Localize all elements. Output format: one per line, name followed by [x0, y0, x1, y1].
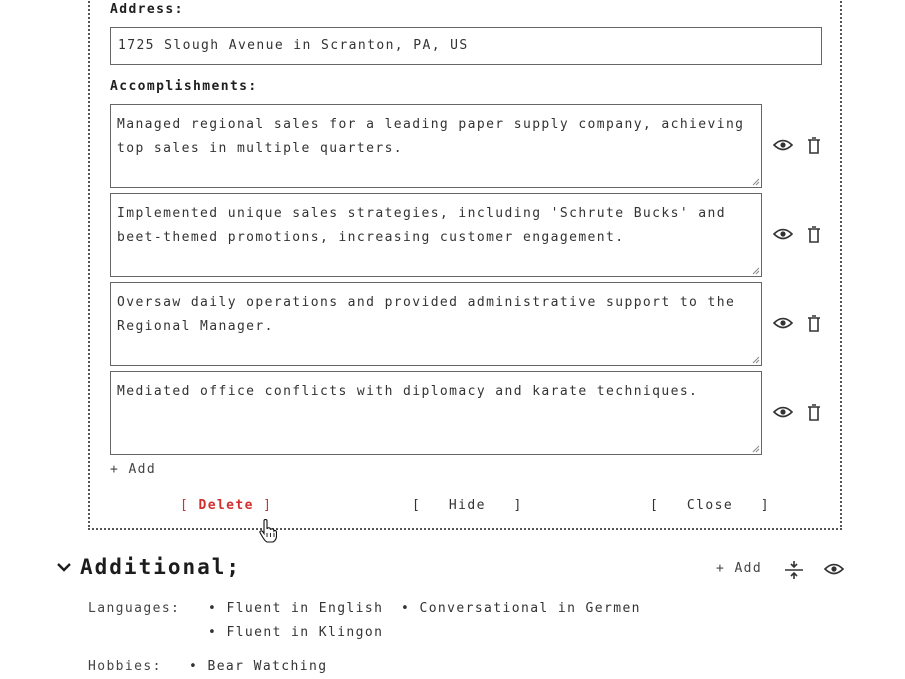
accomplishment-text: Oversaw daily operations and provided ad…: [117, 295, 736, 334]
trash-icon[interactable]: [807, 226, 821, 243]
accomplishment-row: Mediated office conflicts with diplomacy…: [110, 371, 830, 455]
close-button[interactable]: [ Close ]: [650, 498, 770, 513]
add-additional-button[interactable]: + Add: [716, 561, 762, 576]
delete-button[interactable]: [ Delete ]: [180, 498, 272, 513]
delete-bracket-close: ]: [253, 498, 273, 513]
delete-bracket-open: [: [180, 498, 199, 513]
eye-icon[interactable]: [773, 405, 793, 419]
trash-icon[interactable]: [807, 404, 821, 421]
address-label: Address:: [110, 2, 184, 17]
accomplishment-textarea[interactable]: Implemented unique sales strategies, inc…: [110, 193, 762, 277]
resize-grip-icon[interactable]: [750, 354, 760, 364]
accomplishment-row: Implemented unique sales strategies, inc…: [110, 193, 830, 277]
accomplishment-textarea[interactable]: Mediated office conflicts with diplomacy…: [110, 371, 762, 455]
add-accomplishment-button[interactable]: + Add: [110, 462, 156, 477]
accomplishment-text: Mediated office conflicts with diplomacy…: [117, 384, 699, 399]
languages-label: Languages:: [88, 601, 181, 616]
hand-cursor-icon: [259, 519, 277, 543]
language-item: • Conversational in Germen: [401, 601, 641, 616]
language-item: • Fluent in English: [208, 601, 384, 616]
accomplishment-textarea[interactable]: Oversaw daily operations and provided ad…: [110, 282, 762, 366]
address-input[interactable]: 1725 Slough Avenue in Scranton, PA, US: [110, 27, 822, 65]
reorder-icon[interactable]: [784, 560, 804, 580]
language-text: Fluent in English: [226, 601, 384, 616]
resize-grip-icon[interactable]: [750, 265, 760, 275]
accomplishment-text: Implemented unique sales strategies, inc…: [117, 206, 726, 245]
resize-grip-icon[interactable]: [750, 176, 760, 186]
accomplishments-label: Accomplishments:: [110, 79, 258, 94]
eye-icon[interactable]: [773, 138, 793, 152]
hobby-text: Bear Watching: [207, 659, 328, 674]
accomplishment-row: Oversaw daily operations and provided ad…: [110, 282, 830, 366]
section-title-additional: Additional;: [80, 555, 242, 579]
language-text: Conversational in Germen: [419, 601, 641, 616]
eye-icon[interactable]: [824, 562, 844, 576]
resize-grip-icon[interactable]: [750, 443, 760, 453]
trash-icon[interactable]: [807, 137, 821, 154]
eye-icon[interactable]: [773, 316, 793, 330]
accomplishment-textarea[interactable]: Managed regional sales for a leading pap…: [110, 104, 762, 188]
language-item: • Fluent in Klingon: [208, 625, 384, 640]
hobbies-label: Hobbies:: [88, 659, 162, 674]
trash-icon[interactable]: [807, 315, 821, 332]
language-text: Fluent in Klingon: [226, 625, 384, 640]
delete-label: Delete: [198, 498, 254, 513]
hobby-item: • Bear Watching: [189, 659, 328, 674]
accomplishment-row: Managed regional sales for a leading pap…: [110, 104, 830, 188]
eye-icon[interactable]: [773, 227, 793, 241]
hide-button[interactable]: [ Hide ]: [412, 498, 523, 513]
chevron-down-icon[interactable]: [56, 561, 72, 573]
accomplishment-text: Managed regional sales for a leading pap…: [117, 117, 745, 156]
